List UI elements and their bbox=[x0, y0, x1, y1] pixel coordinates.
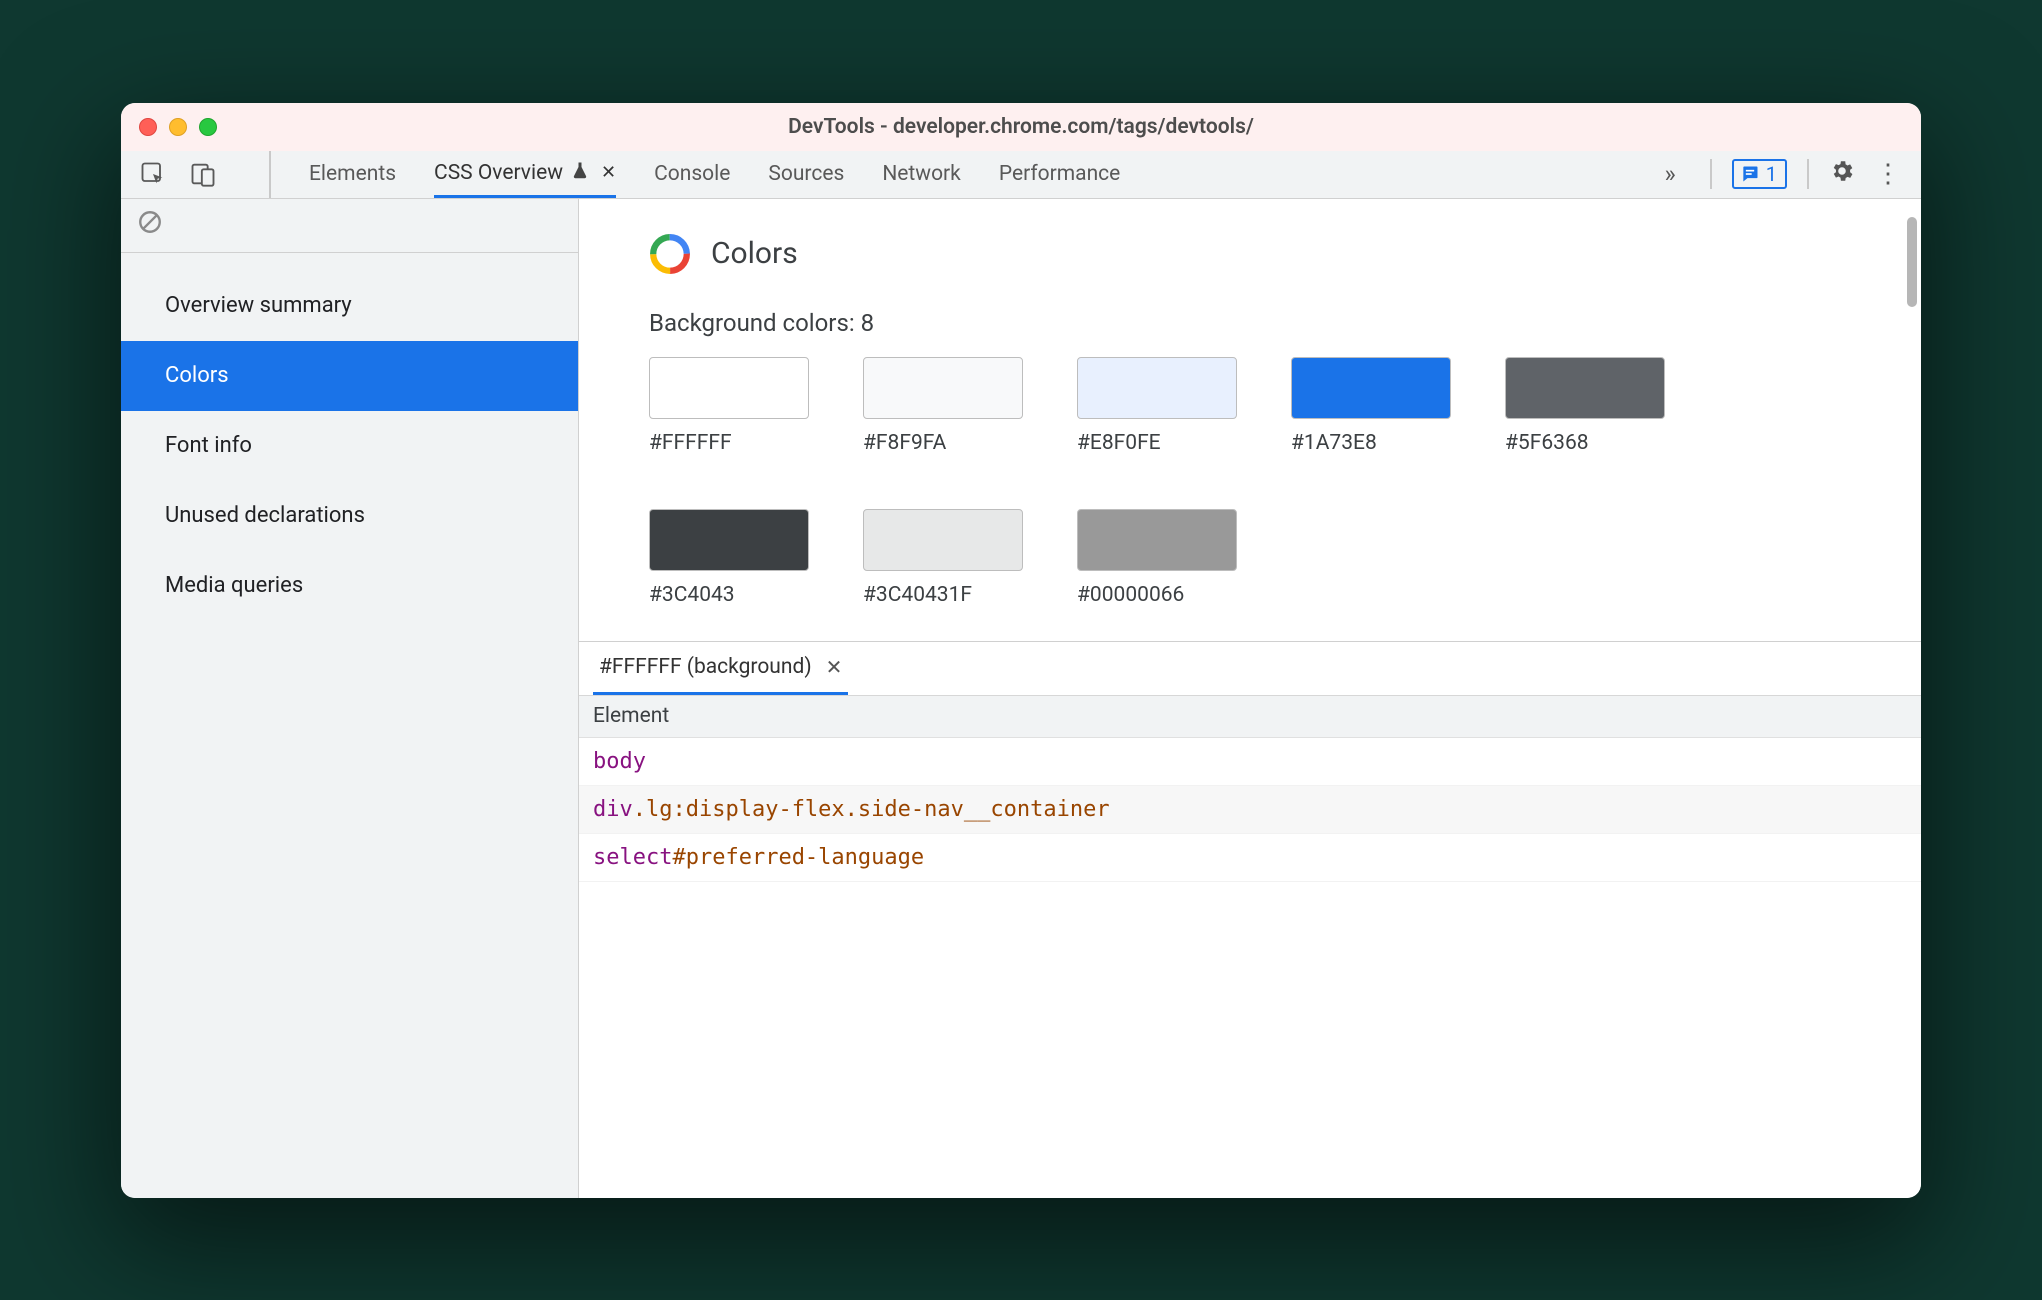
swatch bbox=[1291, 357, 1451, 419]
sidebar-nav: Overview summary Colors Font info Unused… bbox=[121, 253, 578, 621]
more-tabs-icon[interactable]: » bbox=[1651, 160, 1690, 188]
separator bbox=[1807, 159, 1809, 189]
swatch-label: #5F6368 bbox=[1505, 419, 1665, 455]
inspect-element-icon[interactable] bbox=[139, 160, 167, 188]
inspect-tools bbox=[121, 151, 271, 198]
swatch-grid: #FFFFFF #F8F9FA #E8F0FE #1A73E8 #5F6368 #3C40… bbox=[649, 357, 1749, 607]
sidebar-toolbar bbox=[121, 199, 578, 253]
sidebar-item-colors[interactable]: Colors bbox=[121, 341, 578, 411]
swatch-label: #00000066 bbox=[1077, 571, 1237, 607]
element-row[interactable]: div.lg:display-flex.side-nav__container bbox=[579, 786, 1921, 834]
swatch-label: #E8F0FE bbox=[1077, 419, 1237, 455]
chat-icon bbox=[1740, 164, 1760, 184]
scrollbar[interactable] bbox=[1907, 217, 1917, 307]
detail-tab-label: #FFFFFF (background) bbox=[599, 655, 812, 679]
kebab-menu-icon[interactable]: ⋮ bbox=[1875, 159, 1901, 189]
content: Overview summary Colors Font info Unused… bbox=[121, 199, 1921, 1198]
swatch bbox=[1505, 357, 1665, 419]
sidebar-item-font-info[interactable]: Font info bbox=[121, 411, 578, 481]
clear-overview-icon[interactable] bbox=[137, 209, 163, 241]
swatch bbox=[1077, 357, 1237, 419]
panel-tabs: Elements CSS Overview ✕ Console Sources … bbox=[271, 151, 1120, 198]
token-tag: body bbox=[593, 749, 646, 774]
window-title: DevTools - developer.chrome.com/tags/dev… bbox=[121, 115, 1921, 139]
sidebar-item-media-queries[interactable]: Media queries bbox=[121, 551, 578, 621]
separator bbox=[1710, 159, 1712, 189]
element-rows: body div.lg:display-flex.side-nav__contai… bbox=[579, 738, 1921, 882]
tab-elements[interactable]: Elements bbox=[309, 151, 396, 198]
swatch-label: #3C40431F bbox=[863, 571, 1023, 607]
device-toolbar-icon[interactable] bbox=[189, 160, 217, 188]
sidebar: Overview summary Colors Font info Unused… bbox=[121, 199, 579, 1198]
swatch-label: #3C4043 bbox=[649, 571, 809, 607]
tabstrip: Elements CSS Overview ✕ Console Sources … bbox=[121, 151, 1921, 199]
detail-tabs: #FFFFFF (background) ✕ bbox=[579, 642, 1921, 696]
token-tag: div bbox=[593, 797, 633, 822]
swatch-item[interactable]: #3C40431F bbox=[863, 509, 1023, 607]
sidebar-item-label: Colors bbox=[165, 363, 229, 388]
settings-icon[interactable] bbox=[1829, 158, 1855, 190]
swatch-item[interactable]: #E8F0FE bbox=[1077, 357, 1237, 455]
element-row[interactable]: body bbox=[579, 738, 1921, 786]
table-header-label: Element bbox=[593, 704, 669, 728]
tab-console[interactable]: Console bbox=[654, 151, 730, 198]
swatch bbox=[649, 357, 809, 419]
tab-performance[interactable]: Performance bbox=[999, 151, 1120, 198]
tab-network[interactable]: Network bbox=[882, 151, 961, 198]
swatch-item[interactable]: #F8F9FA bbox=[863, 357, 1023, 455]
section-title: Colors bbox=[711, 236, 798, 271]
detail-panel: #FFFFFF (background) ✕ Element body div.l… bbox=[579, 641, 1921, 1198]
tab-sources[interactable]: Sources bbox=[768, 151, 844, 198]
swatch-item[interactable]: #3C4043 bbox=[649, 509, 809, 607]
close-tab-icon[interactable]: ✕ bbox=[597, 162, 616, 183]
swatch-item[interactable]: #FFFFFF bbox=[649, 357, 809, 455]
swatch bbox=[863, 509, 1023, 571]
colors-section: Colors Background colors: 8 #FFFFFF #F8F9… bbox=[579, 199, 1921, 641]
element-row[interactable]: select#preferred-language bbox=[579, 834, 1921, 882]
titlebar: DevTools - developer.chrome.com/tags/dev… bbox=[121, 103, 1921, 151]
swatch-item[interactable]: #5F6368 bbox=[1505, 357, 1665, 455]
close-detail-tab-icon[interactable]: ✕ bbox=[826, 655, 843, 679]
sidebar-item-label: Font info bbox=[165, 433, 252, 458]
swatch-label: #F8F9FA bbox=[863, 419, 1023, 455]
issues-count: 1 bbox=[1766, 162, 1777, 186]
sidebar-item-label: Media queries bbox=[165, 573, 303, 598]
table-header: Element bbox=[579, 696, 1921, 738]
sidebar-item-overview-summary[interactable]: Overview summary bbox=[121, 271, 578, 341]
flask-icon bbox=[571, 161, 589, 185]
swatch-label: #1A73E8 bbox=[1291, 419, 1451, 455]
colors-ring-icon bbox=[649, 233, 691, 275]
issues-badge[interactable]: 1 bbox=[1732, 159, 1787, 189]
sidebar-item-label: Overview summary bbox=[165, 293, 352, 318]
swatch-label: #FFFFFF bbox=[649, 419, 809, 455]
swatch bbox=[1077, 509, 1237, 571]
token-id: #preferred-language bbox=[672, 845, 924, 870]
sidebar-item-unused-declarations[interactable]: Unused declarations bbox=[121, 481, 578, 551]
token-tag: select bbox=[593, 845, 672, 870]
tab-css-overview[interactable]: CSS Overview ✕ bbox=[434, 151, 616, 198]
background-colors-count: Background colors: 8 bbox=[649, 309, 1921, 357]
token-class: .lg:display-flex.side-nav__container bbox=[633, 797, 1110, 822]
main-panel: Colors Background colors: 8 #FFFFFF #F8F9… bbox=[579, 199, 1921, 1198]
sidebar-item-label: Unused declarations bbox=[165, 503, 365, 528]
swatch-item[interactable]: #1A73E8 bbox=[1291, 357, 1451, 455]
detail-tab[interactable]: #FFFFFF (background) ✕ bbox=[593, 642, 848, 695]
devtools-window: DevTools - developer.chrome.com/tags/dev… bbox=[121, 103, 1921, 1198]
swatch bbox=[863, 357, 1023, 419]
swatch-item[interactable]: #00000066 bbox=[1077, 509, 1237, 607]
swatch bbox=[649, 509, 809, 571]
